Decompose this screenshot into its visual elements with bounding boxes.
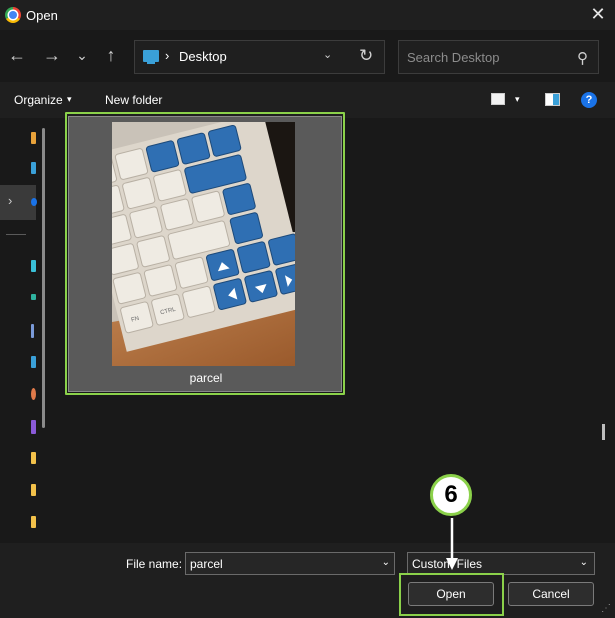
nav-item-icon[interactable] [31, 260, 36, 272]
chevron-down-icon[interactable]: ⌄ [580, 557, 588, 568]
new-folder-button[interactable]: New folder [105, 93, 162, 107]
expand-chevron-icon[interactable]: › [8, 193, 12, 208]
search-placeholder: Search Desktop [407, 50, 500, 65]
back-arrow-icon[interactable]: ← [7, 45, 27, 67]
organize-button[interactable]: Organize [14, 93, 63, 107]
recent-locations-icon[interactable]: ⌄ [72, 45, 92, 67]
resize-grip-icon[interactable]: ⋰ [601, 603, 611, 614]
folder-icon[interactable] [31, 516, 36, 528]
folder-icon[interactable] [31, 484, 36, 496]
search-input[interactable]: Search Desktop ⚲ [398, 40, 599, 74]
breadcrumb-separator: › [165, 48, 170, 63]
nav-item-icon[interactable] [31, 420, 36, 434]
folder-icon[interactable] [31, 452, 36, 464]
file-name-value[interactable]: parcel [190, 557, 223, 571]
file-list: FN CTRL parcel [48, 112, 615, 543]
chevron-down-icon[interactable]: ⌄ [382, 557, 390, 568]
nav-item-icon[interactable] [31, 324, 34, 338]
nav-item-icon[interactable] [31, 198, 37, 206]
address-bar[interactable]: › Desktop ⌄ ↻ [134, 40, 385, 74]
close-icon[interactable]: ✕ [588, 3, 608, 25]
selection-highlight [65, 112, 345, 395]
nav-item-icon[interactable] [31, 294, 36, 300]
navigation-pane: › [0, 118, 48, 543]
chrome-icon [5, 7, 21, 23]
organize-caret-icon[interactable]: ▾ [67, 94, 72, 105]
bottom-bar: File name: parcel ⌄ Custom Files ⌄ Open … [0, 543, 615, 618]
step-number-badge: 6 [430, 474, 472, 516]
search-icon[interactable]: ⚲ [577, 49, 588, 67]
help-icon[interactable]: ? [581, 92, 597, 108]
desktop-icon [143, 50, 159, 64]
breadcrumb-desktop[interactable]: Desktop [179, 49, 227, 64]
nav-item-icon[interactable] [31, 162, 36, 174]
file-name-input[interactable]: parcel ⌄ [185, 552, 395, 575]
nav-item-icon[interactable] [31, 356, 36, 368]
file-name-field-label: File name: [126, 557, 183, 571]
nav-item-icon[interactable] [31, 132, 36, 144]
navigation-bar: ← → ⌄ ↑ › Desktop ⌄ ↻ Search Desktop ⚲ [0, 30, 615, 82]
title-bar: Open ✕ [0, 0, 615, 30]
nav-pane-scrollbar[interactable] [42, 128, 45, 428]
view-caret-icon[interactable]: ▾ [515, 94, 520, 105]
chevron-down-icon[interactable]: ⌄ [323, 48, 332, 61]
open-button[interactable]: Open [408, 582, 494, 606]
annotation-arrow [446, 518, 458, 570]
preview-pane-icon[interactable] [545, 93, 560, 106]
view-options-icon[interactable] [491, 93, 505, 105]
forward-arrow-icon[interactable]: → [42, 45, 62, 67]
refresh-icon[interactable]: ↻ [359, 46, 373, 66]
file-type-select[interactable]: Custom Files ⌄ [407, 552, 595, 575]
nav-item-icon[interactable] [31, 388, 36, 400]
content-scrollbar[interactable] [602, 424, 605, 440]
window-title: Open [26, 8, 58, 23]
up-arrow-icon[interactable]: ↑ [101, 45, 121, 67]
nav-divider [6, 234, 26, 235]
cancel-button[interactable]: Cancel [508, 582, 594, 606]
